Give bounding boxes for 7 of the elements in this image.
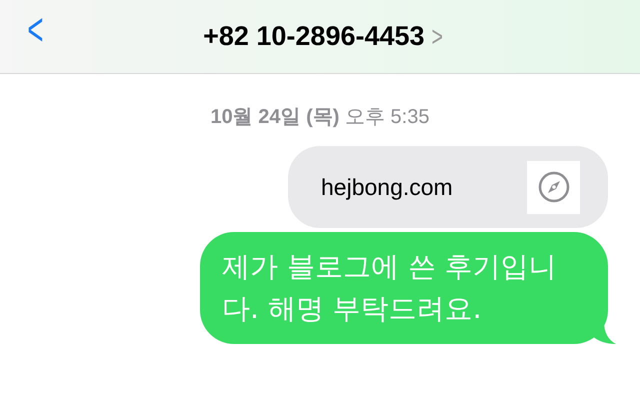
link-preview-bubble[interactable]: hejbong.com (288, 146, 608, 228)
timestamp: 10월 24일 (목) 오후 5:35 (210, 105, 430, 130)
compass-icon (536, 170, 570, 204)
back-button[interactable]: < (27, 6, 44, 52)
message-text: 제가 블로그에 쓴 후기입니다. 해명 부탁드려요. (222, 249, 558, 327)
link-text: hejbong.com (321, 172, 453, 202)
contact-title[interactable]: +82 10-2896-4453 (203, 16, 425, 57)
